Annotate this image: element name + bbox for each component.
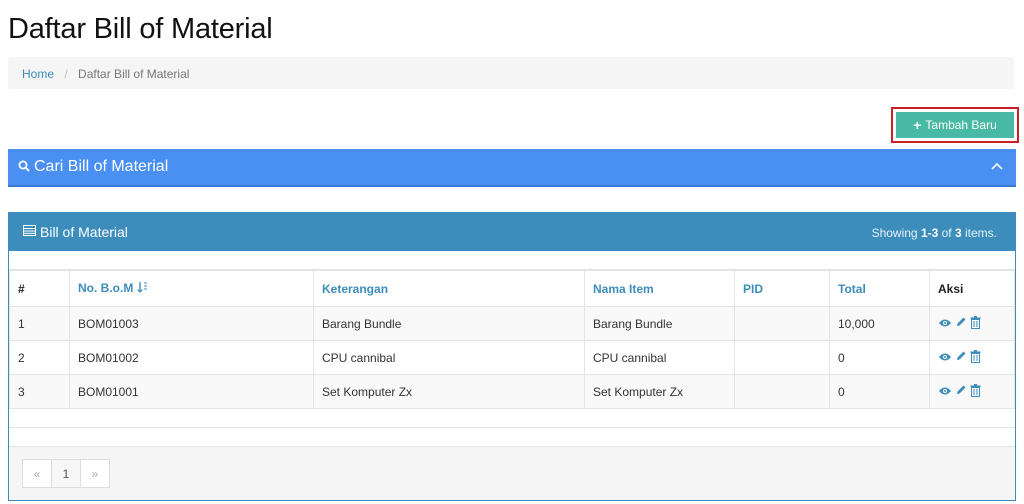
eye-icon[interactable] — [938, 317, 952, 331]
table-row: 1 BOM01003 Barang Bundle Barang Bundle 1… — [9, 306, 1015, 341]
trash-icon[interactable] — [970, 383, 981, 400]
row-actions — [929, 374, 1015, 409]
grid-summary: Showing 1-3 of 3 items. — [871, 226, 997, 240]
grid-empty-row — [9, 409, 1015, 428]
pagination: « 1 » — [22, 459, 110, 488]
row-pid — [734, 306, 830, 341]
row-bom-number: BOM01001 — [69, 374, 314, 409]
row-total: 0 — [829, 340, 930, 375]
row-number: 3 — [9, 374, 70, 409]
row-actions — [929, 306, 1015, 341]
col-pid[interactable]: PID — [734, 270, 830, 307]
eye-icon[interactable] — [938, 351, 952, 365]
grid-footer: « 1 » — [9, 446, 1015, 500]
breadcrumb: Home / Daftar Bill of Material — [8, 57, 1014, 89]
row-keterangan: Barang Bundle — [313, 306, 585, 341]
plus-icon: + — [913, 117, 922, 133]
row-nama-item: Set Komputer Zx — [584, 374, 735, 409]
row-pid — [734, 374, 830, 409]
grid-filter-row — [9, 251, 1015, 270]
row-keterangan: CPU cannibal — [313, 340, 585, 375]
row-bom-number: BOM01002 — [69, 340, 314, 375]
col-aksi: Aksi — [929, 270, 1015, 307]
search-panel-title: Cari Bill of Material — [34, 158, 169, 175]
page-title: Daftar Bill of Material — [8, 13, 273, 45]
table-header-row: # No. B.o.M Keterangan Nama Item PID Tot… — [9, 270, 1015, 307]
grid-panel-header: Bill of Material Showing 1-3 of 3 items. — [9, 213, 1015, 251]
pagination-page-1[interactable]: 1 — [51, 459, 81, 488]
chevron-up-icon[interactable] — [990, 159, 1004, 176]
row-pid — [734, 340, 830, 375]
add-new-button[interactable]: + Tambah Baru — [896, 112, 1014, 138]
eye-icon[interactable] — [938, 385, 952, 399]
pencil-icon[interactable] — [955, 350, 967, 365]
table-row: 3 BOM01001 Set Komputer Zx Set Komputer … — [9, 374, 1015, 409]
row-total: 0 — [829, 374, 930, 409]
row-nama-item: CPU cannibal — [584, 340, 735, 375]
col-total[interactable]: Total — [829, 270, 930, 307]
list-icon — [23, 225, 36, 239]
grid-panel: Bill of Material Showing 1-3 of 3 items.… — [8, 212, 1016, 501]
search-icon — [18, 160, 30, 175]
breadcrumb-separator: / — [64, 67, 68, 81]
row-total: 10,000 — [829, 306, 930, 341]
row-keterangan: Set Komputer Zx — [313, 374, 585, 409]
trash-icon[interactable] — [970, 349, 981, 366]
col-keterangan[interactable]: Keterangan — [313, 270, 585, 307]
pencil-icon[interactable] — [955, 316, 967, 331]
trash-icon[interactable] — [970, 315, 981, 332]
search-panel-header[interactable]: Cari Bill of Material — [8, 149, 1016, 187]
col-nama-item[interactable]: Nama Item — [584, 270, 735, 307]
col-bom-number[interactable]: No. B.o.M — [69, 270, 314, 307]
table-row: 2 BOM01002 CPU cannibal CPU cannibal 0 — [9, 340, 1015, 375]
sort-asc-icon — [137, 281, 148, 296]
row-nama-item: Barang Bundle — [584, 306, 735, 341]
add-button-highlight: + Tambah Baru — [891, 107, 1019, 143]
col-number: # — [9, 270, 70, 307]
row-bom-number: BOM01003 — [69, 306, 314, 341]
pagination-prev[interactable]: « — [22, 459, 52, 488]
breadcrumb-home[interactable]: Home — [22, 67, 54, 81]
row-actions — [929, 340, 1015, 375]
add-new-label: Tambah Baru — [925, 118, 997, 132]
pagination-next[interactable]: » — [80, 459, 110, 488]
row-number: 2 — [9, 340, 70, 375]
row-number: 1 — [9, 306, 70, 341]
grid-title: Bill of Material — [40, 224, 128, 240]
bom-table: # No. B.o.M Keterangan Nama Item PID Tot… — [9, 270, 1015, 409]
pencil-icon[interactable] — [955, 384, 967, 399]
breadcrumb-current: Daftar Bill of Material — [78, 67, 190, 81]
